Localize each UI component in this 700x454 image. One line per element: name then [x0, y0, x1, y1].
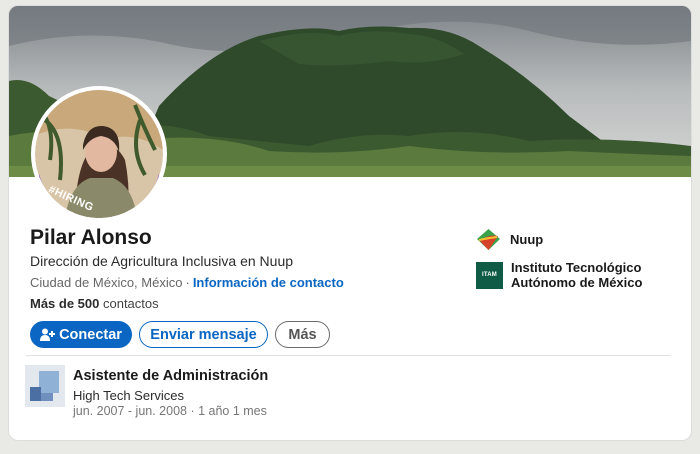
experience-company: High Tech Services	[73, 388, 185, 403]
section-divider	[26, 355, 671, 356]
avatar-image	[35, 90, 163, 218]
profile-photo[interactable]: #HIRING	[31, 86, 167, 222]
connect-button[interactable]: Conectar	[30, 321, 132, 348]
profile-headline: Dirección de Agricultura Inclusiva en Nu…	[30, 253, 294, 269]
nuup-logo-icon	[477, 229, 500, 250]
add-person-icon	[40, 328, 56, 341]
experience-dates: jun. 2007 - jun. 2008 · 1 año 1 mes	[73, 404, 267, 418]
separator-dot: ·	[185, 275, 190, 290]
contact-info-link[interactable]: Información de contacto	[193, 275, 344, 290]
more-button-label: Más	[288, 326, 317, 343]
connect-button-label: Conectar	[59, 326, 122, 343]
org-itam-name: Instituto Tecnológico Autónomo de México	[511, 260, 642, 290]
company-logo-icon[interactable]	[25, 365, 65, 407]
connections-number: Más de 500	[30, 296, 100, 311]
more-button[interactable]: Más	[275, 321, 330, 348]
send-message-label: Enviar mensaje	[150, 326, 257, 343]
send-message-button[interactable]: Enviar mensaje	[139, 321, 268, 348]
org-nuup[interactable]: Nuup	[476, 228, 543, 251]
profile-name: Pilar Alonso	[30, 226, 152, 249]
connections-count[interactable]: Más de 500 contactos	[30, 296, 159, 311]
experience-title[interactable]: Asistente de Administración	[73, 368, 268, 384]
org-nuup-name: Nuup	[510, 232, 544, 247]
location-row: Ciudad de México, México · Información de …	[30, 275, 344, 290]
location-text: Ciudad de México, México	[30, 275, 183, 290]
connections-label: contactos	[99, 296, 159, 311]
org-itam-name-line2: Autónomo de México	[511, 275, 643, 290]
org-itam[interactable]: ITAM Instituto Tecnológico Autónomo de M…	[476, 260, 642, 290]
profile-card: #HIRING Pilar Alonso Dirección de Agricu…	[9, 6, 691, 440]
org-itam-name-line1: Instituto Tecnológico	[511, 260, 642, 275]
itam-logo-icon: ITAM	[476, 261, 503, 289]
